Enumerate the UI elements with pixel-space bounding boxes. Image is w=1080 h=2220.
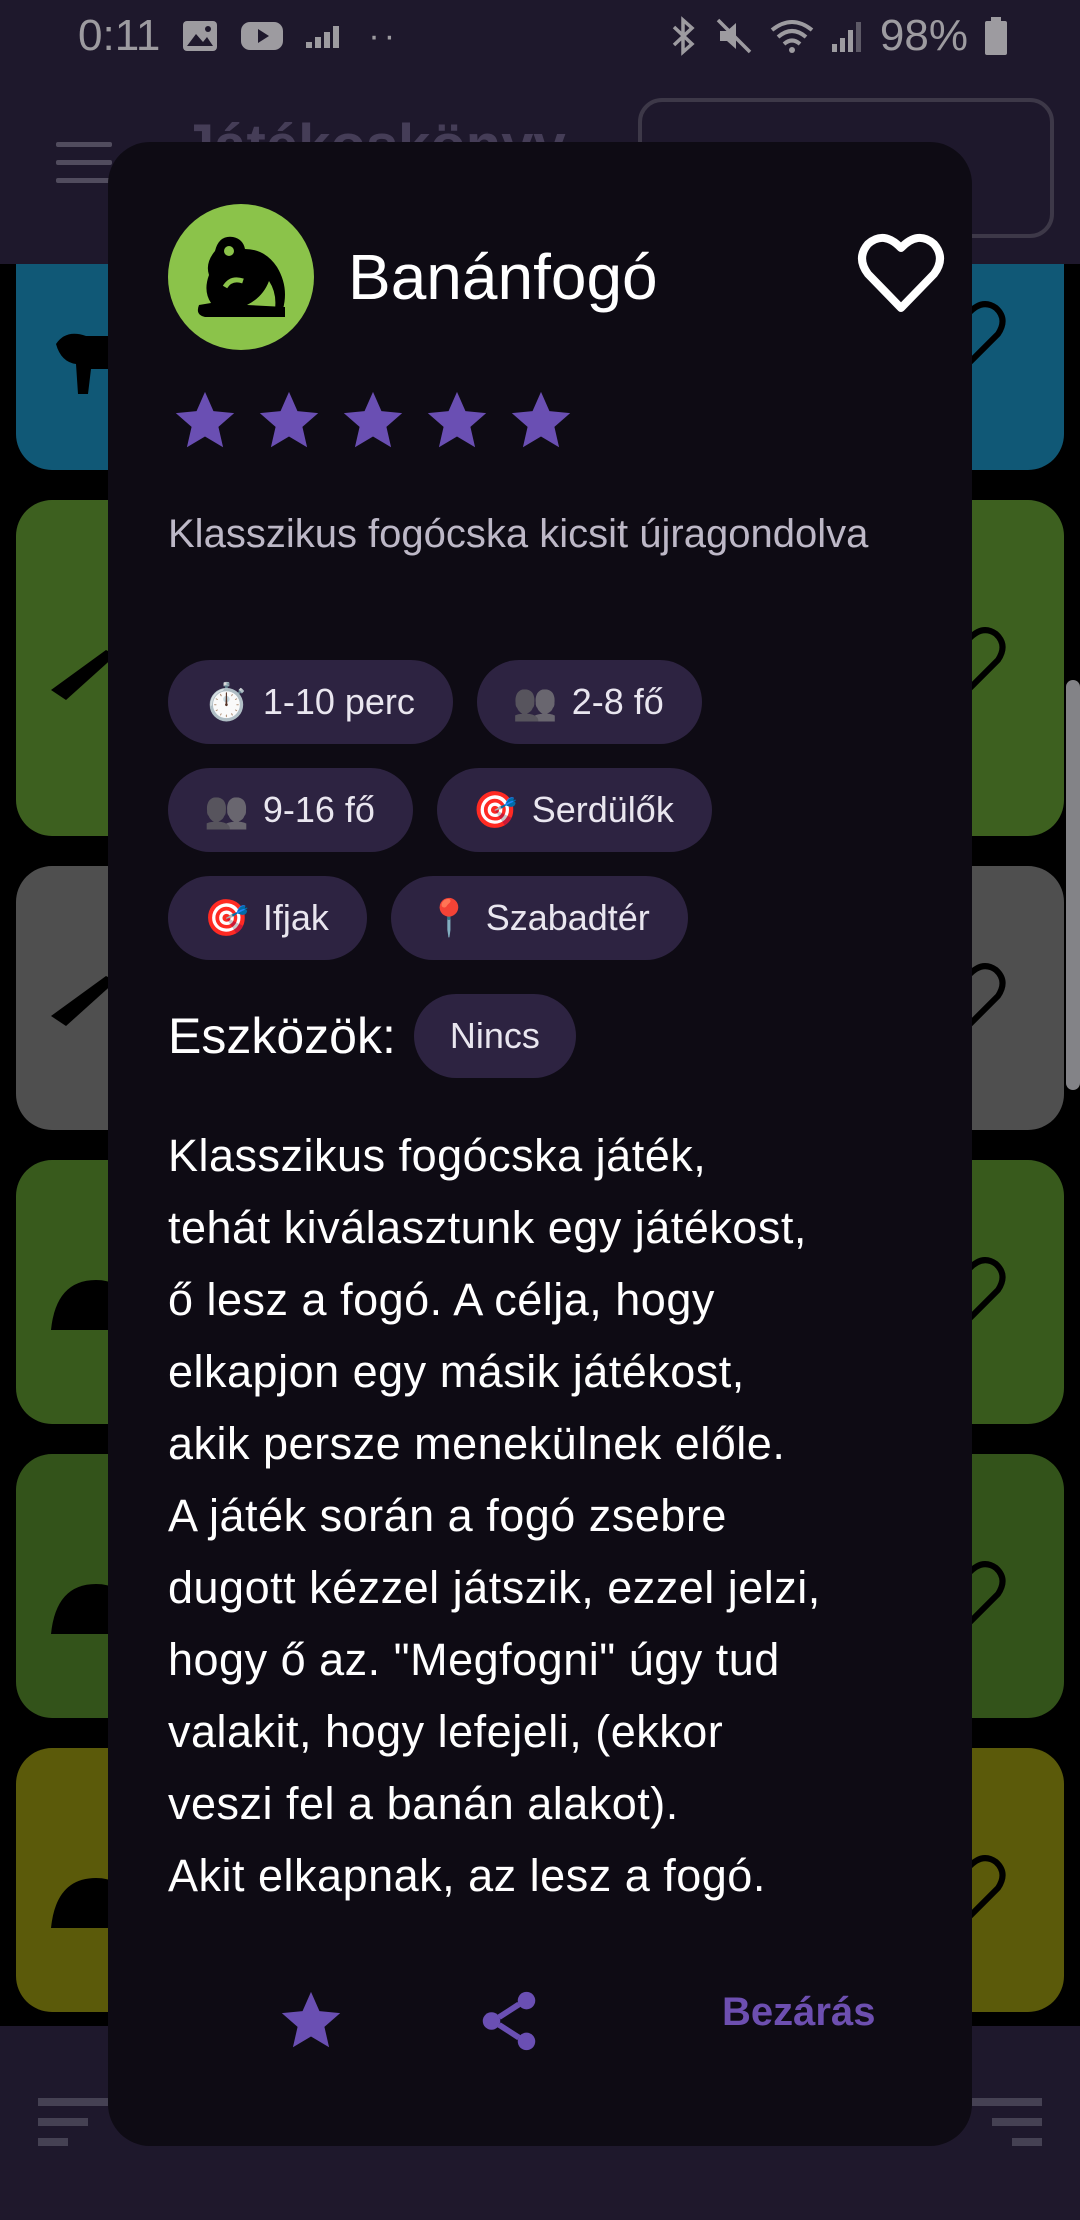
stopwatch-icon: ⏱️ — [204, 682, 249, 723]
tools-chip: Nincs — [413, 994, 576, 1078]
favorite-heart-icon[interactable] — [856, 230, 946, 316]
chip-location: 📍 Szabadtér — [390, 876, 688, 960]
chip-label: Ifjak — [262, 897, 329, 938]
chip-age-youth: 🎯 Ifjak — [168, 876, 367, 960]
people-icon: 👥 — [204, 790, 249, 831]
share-icon[interactable] — [474, 1986, 544, 2056]
star-icon — [175, 391, 235, 448]
chip-label: 9-16 fő — [262, 789, 375, 830]
dialog-title: Banánfogó — [348, 241, 658, 313]
chip-label: 2-8 fő — [571, 681, 664, 722]
game-detail-dialog: Banánfogó Klasszikus fogócska kicsit újr… — [108, 142, 972, 2146]
chip-players-small: 👥 2-8 fő — [476, 660, 702, 744]
rating-stars — [170, 386, 576, 456]
chip-label: Serdülők — [531, 789, 674, 830]
pin-icon: 📍 — [426, 898, 472, 939]
rate-star-icon[interactable] — [276, 1986, 346, 2056]
chip-age-teens: 🎯 Serdülők — [436, 768, 712, 852]
chip-label: 1-10 perc — [262, 681, 415, 722]
close-button[interactable]: Bezárás — [722, 1990, 875, 2035]
tag-chips: ⏱️ 1-10 perc 👥 2-8 fő 👥 9-16 fő 🎯 Serdül… — [168, 660, 928, 960]
tools-row: Eszközök: Nincs — [168, 994, 576, 1078]
frog-icon — [197, 236, 285, 317]
star-icon — [259, 391, 319, 448]
tools-label: Eszközök: — [168, 1008, 396, 1064]
star-icon — [427, 391, 487, 448]
game-avatar — [168, 204, 314, 350]
game-description: Klasszikus fogócska játék, tehát kiválas… — [168, 1130, 821, 1901]
chip-label: Szabadtér — [485, 897, 650, 938]
target-icon: 🎯 — [204, 898, 249, 939]
dialog-actions: Bezárás — [108, 1968, 972, 2088]
people-icon: 👥 — [512, 682, 558, 723]
target-icon: 🎯 — [472, 790, 518, 831]
dialog-header: Banánfogó — [168, 204, 944, 350]
star-icon — [343, 391, 403, 448]
chip-duration: ⏱️ 1-10 perc — [168, 660, 453, 744]
star-icon — [511, 391, 571, 448]
chip-players-large: 👥 9-16 fő — [168, 768, 413, 852]
game-subtitle: Klasszikus fogócska kicsit újragondolva — [168, 512, 869, 556]
